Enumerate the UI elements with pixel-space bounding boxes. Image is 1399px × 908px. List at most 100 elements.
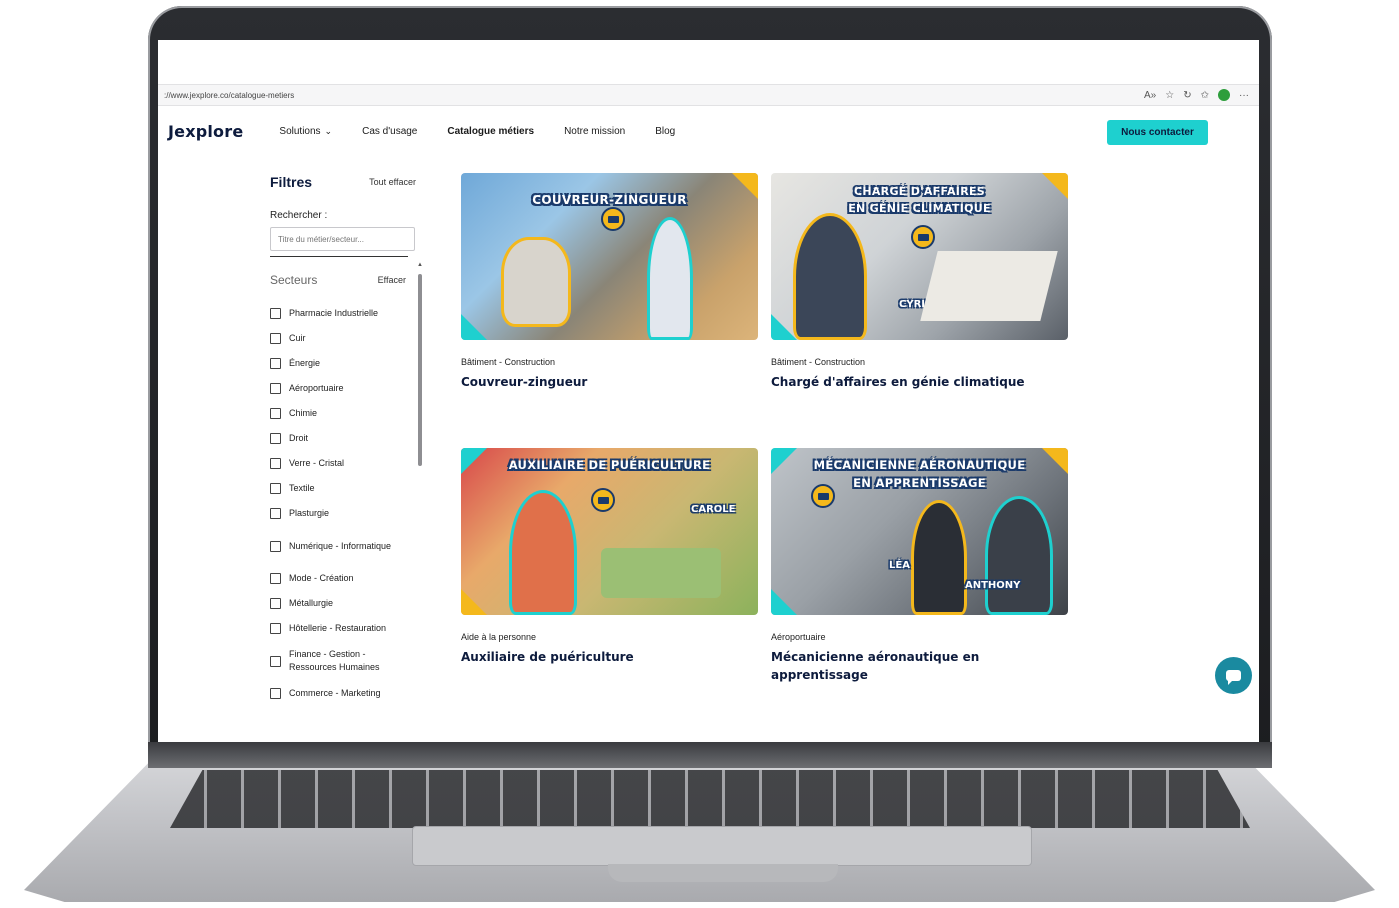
sector-label: Plasturgie (289, 508, 330, 519)
chat-widget-button[interactable] (1215, 657, 1252, 694)
divider (270, 256, 408, 257)
search-label: Rechercher : (270, 210, 328, 221)
sector-item[interactable]: Pharmacie Industrielle (270, 301, 420, 326)
chat-bubble-icon (1226, 670, 1241, 685)
decor-corner (461, 314, 487, 340)
sector-item[interactable]: Métallurgie (270, 591, 420, 616)
sector-item[interactable]: Finance - Gestion - Ressources Humaines (270, 641, 420, 681)
more-icon[interactable]: ··· (1239, 90, 1249, 101)
thumbnail-banner-line: CHARGÉ D'AFFAIRES (853, 185, 986, 198)
thumbnail-banner: AUXILIAIRE DE PUÉRICULTURE (508, 458, 711, 472)
scroll-up-arrow-icon[interactable]: ▲ (417, 262, 423, 268)
sector-checkbox[interactable] (270, 433, 281, 444)
job-category: Aide à la personne (461, 632, 537, 642)
sector-item[interactable]: Numérique - Informatique (270, 526, 420, 566)
sector-label: Aéroportuaire (289, 383, 344, 394)
job-thumbnail[interactable]: CHARGÉ D'AFFAIRES EN GÉNIE CLIMATIQUE CY… (771, 173, 1068, 340)
job-card-charge-affaires[interactable]: CHARGÉ D'AFFAIRES EN GÉNIE CLIMATIQUE CY… (771, 173, 1068, 391)
sector-checkbox[interactable] (270, 655, 281, 667)
sector-label: Énergie (289, 358, 321, 369)
sector-checkbox[interactable] (270, 573, 281, 584)
clear-all-button[interactable]: Tout effacer (369, 177, 416, 187)
nav-solutions[interactable]: Solutions ⌄ (279, 126, 332, 137)
sector-checkbox[interactable] (270, 458, 281, 469)
sector-label: Mode - Création (289, 573, 354, 584)
job-card-mecanicienne[interactable]: MÉCANICIENNE AÉRONAUTIQUE EN APPRENTISSA… (771, 448, 1068, 684)
read-aloud-icon[interactable]: A» (1144, 90, 1156, 101)
browser-top-blank (158, 40, 1259, 84)
sector-item[interactable]: Plasturgie (270, 501, 420, 526)
person-name-tag: LÉA (889, 560, 910, 571)
sectors-title: Secteurs (270, 273, 318, 287)
camera-icon (811, 484, 835, 508)
collections-icon[interactable]: ✩ (1201, 90, 1209, 101)
sector-item[interactable]: Commerce - Marketing (270, 681, 420, 706)
url-text[interactable]: ://www.jexplore.co/catalogue-metiers (164, 91, 294, 100)
sector-checkbox[interactable] (270, 540, 281, 552)
job-card-auxiliaire[interactable]: AUXILIAIRE DE PUÉRICULTURE CAROLE Aide à… (461, 448, 758, 666)
contact-button[interactable]: Nous contacter (1107, 120, 1208, 145)
sector-item[interactable]: Droit (270, 426, 420, 451)
sector-item[interactable]: Cuir (270, 326, 420, 351)
sector-checkbox[interactable] (270, 383, 281, 394)
person-figure (509, 490, 577, 615)
sector-list-scrollbar[interactable] (418, 274, 422, 466)
laptop-frame: ://www.jexplore.co/catalogue-metiers A» … (0, 0, 1399, 908)
sector-item[interactable]: Textile (270, 476, 420, 501)
camera-icon (601, 207, 625, 231)
sector-checkbox[interactable] (270, 598, 281, 609)
sector-item[interactable]: Verre - Cristal (270, 451, 420, 476)
job-card-couvreur[interactable]: COUVREUR-ZINGUEUR Bâtiment - Constructio… (461, 173, 758, 391)
sector-checkbox[interactable] (270, 308, 281, 319)
sector-item[interactable]: Mode - Création (270, 566, 420, 591)
sector-checkbox[interactable] (270, 688, 281, 699)
sector-checkbox[interactable] (270, 333, 281, 344)
sector-label: Pharmacie Industrielle (289, 308, 379, 319)
job-title[interactable]: Mécanicienne aéronautique en apprentissa… (771, 648, 1068, 684)
person-name-tag: CAROLE (691, 504, 736, 515)
blueprint-table (920, 251, 1058, 321)
decor-corner (771, 589, 797, 615)
sector-checkbox[interactable] (270, 623, 281, 634)
person-figure (793, 213, 867, 340)
site-logo[interactable]: Jexplore (168, 122, 243, 141)
sector-item[interactable]: Énergie (270, 351, 420, 376)
search-input[interactable] (270, 227, 415, 251)
job-category: Bâtiment - Construction (461, 357, 556, 367)
nav-notre-mission[interactable]: Notre mission (564, 126, 625, 137)
sector-checkbox[interactable] (270, 408, 281, 419)
sector-item[interactable]: Chimie (270, 401, 420, 426)
camera-icon (911, 225, 935, 249)
job-category: Aéroportuaire (771, 632, 826, 642)
nav-cas-usage[interactable]: Cas d'usage (362, 126, 417, 137)
nav-catalogue-metiers[interactable]: Catalogue métiers (447, 126, 534, 137)
sector-checkbox[interactable] (270, 358, 281, 369)
profile-icon[interactable] (1218, 89, 1230, 101)
laptop-keyboard (170, 770, 1250, 828)
sector-item[interactable]: Aéroportuaire (270, 376, 420, 401)
person-name-tag: ANTHONY (965, 580, 1021, 591)
sector-label: Cuir (289, 333, 306, 344)
nav-blog[interactable]: Blog (655, 126, 675, 137)
job-thumbnail[interactable]: COUVREUR-ZINGUEUR (461, 173, 758, 340)
sector-label: Droit (289, 433, 309, 444)
sector-label: Hôtellerie - Restauration (289, 623, 387, 634)
filters-title: Filtres (270, 174, 313, 190)
job-thumbnail[interactable]: MÉCANICIENNE AÉRONAUTIQUE EN APPRENTISSA… (771, 448, 1068, 615)
favorite-icon[interactable]: ☆ (1165, 90, 1174, 101)
thumbnail-banner-line: EN GÉNIE CLIMATIQUE (848, 202, 991, 216)
browser-address-bar[interactable]: ://www.jexplore.co/catalogue-metiers A» … (158, 84, 1259, 106)
sector-checkbox[interactable] (270, 508, 281, 519)
nav-solutions-label: Solutions (279, 125, 321, 137)
job-title[interactable]: Couvreur-zingueur (461, 373, 758, 391)
job-title[interactable]: Auxiliaire de puériculture (461, 648, 758, 666)
play-area (601, 548, 721, 598)
browser-toolbar-icons: A» ☆ ↻ ✩ ··· (1144, 89, 1249, 101)
sectors-clear-button[interactable]: Effacer (378, 275, 406, 285)
job-title[interactable]: Chargé d'affaires en génie climatique (771, 373, 1068, 391)
job-thumbnail[interactable]: AUXILIAIRE DE PUÉRICULTURE CAROLE (461, 448, 758, 615)
person-figure (911, 500, 967, 615)
sector-item[interactable]: Hôtellerie - Restauration (270, 616, 420, 641)
refresh-icon[interactable]: ↻ (1183, 90, 1191, 101)
sector-checkbox[interactable] (270, 483, 281, 494)
